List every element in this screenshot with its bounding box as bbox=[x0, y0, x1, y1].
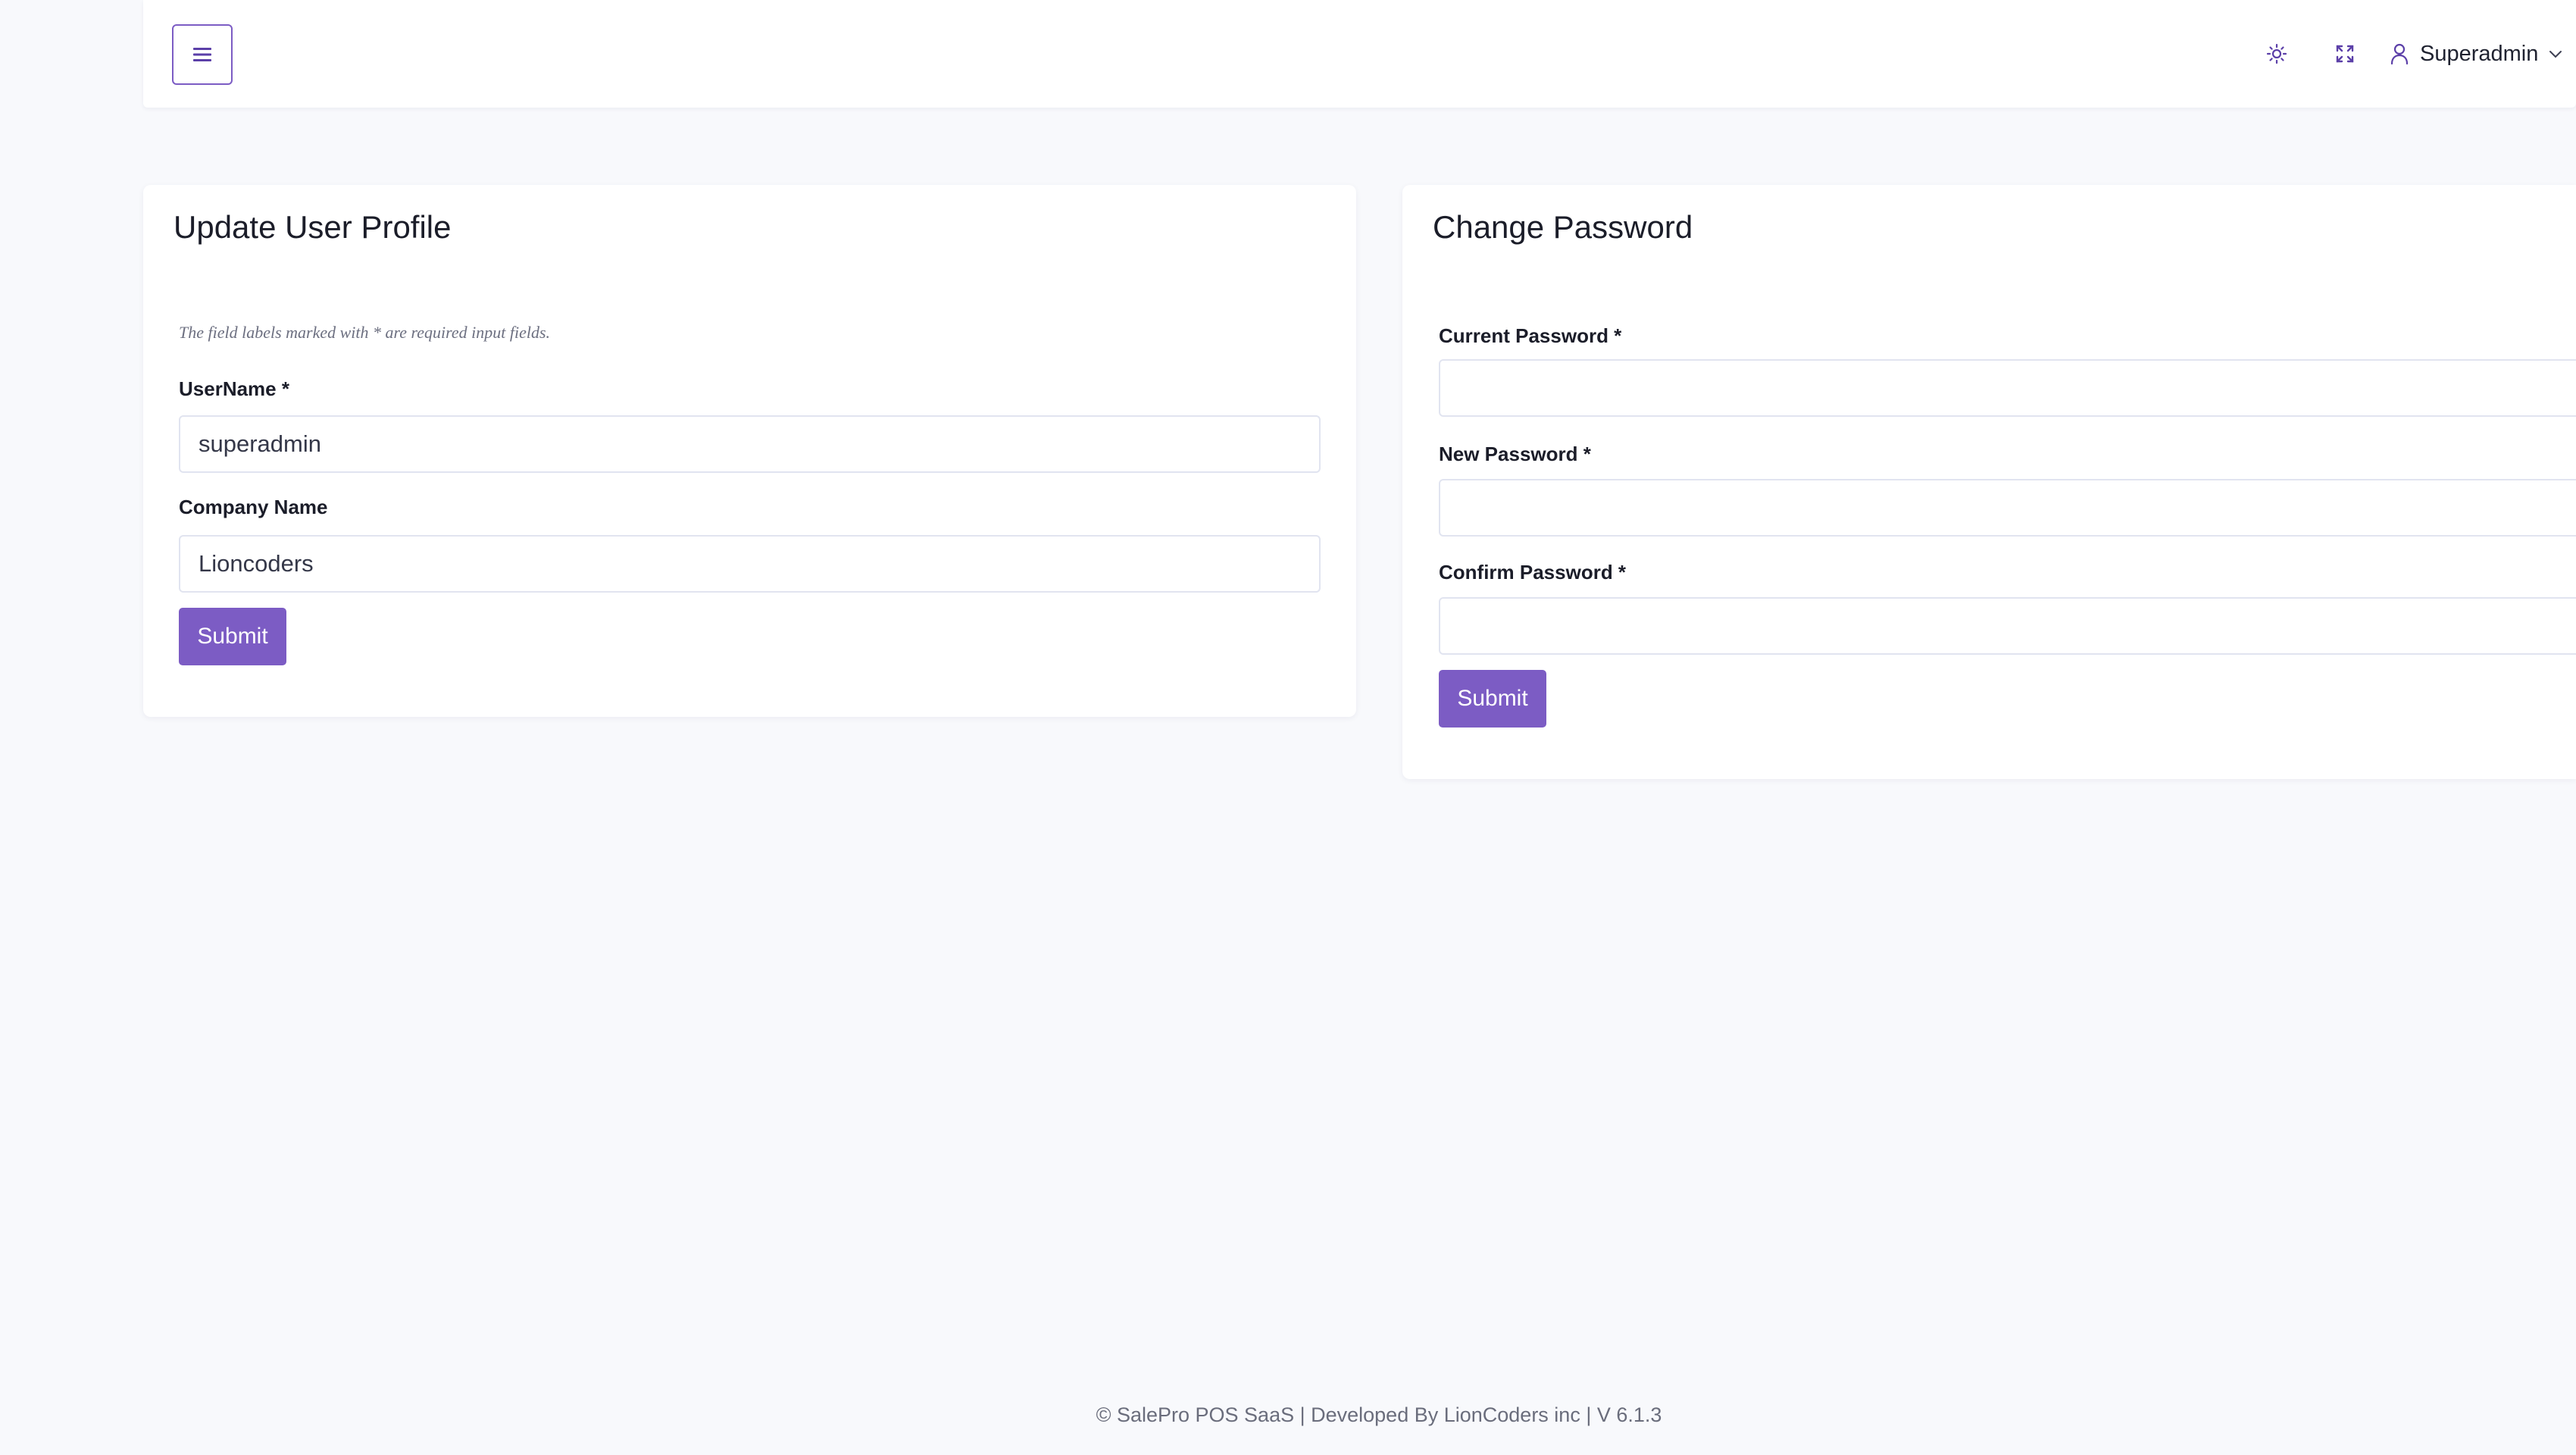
username-label: UserName * bbox=[179, 377, 289, 400]
password-submit-button[interactable]: Submit bbox=[1439, 670, 1546, 728]
update-profile-card: Update User Profile The field labels mar… bbox=[143, 185, 1356, 717]
user-name: Superadmin bbox=[2420, 41, 2539, 66]
new-password-field[interactable] bbox=[1439, 479, 2576, 537]
password-card-title: Change Password bbox=[1433, 209, 1693, 245]
current-password-field[interactable] bbox=[1439, 359, 2576, 417]
confirm-password-label: Confirm Password * bbox=[1439, 561, 1627, 584]
confirm-password-field[interactable] bbox=[1439, 597, 2576, 655]
new-password-label: New Password * bbox=[1439, 443, 1591, 465]
fullscreen-button[interactable] bbox=[2327, 36, 2362, 71]
profile-card-title: Update User Profile bbox=[174, 209, 452, 245]
sun-icon bbox=[2266, 43, 2287, 64]
chevron-down-icon bbox=[2549, 51, 2562, 58]
hamburger-icon bbox=[193, 48, 211, 61]
user-icon bbox=[2390, 43, 2409, 65]
brightness-toggle-button[interactable] bbox=[2259, 36, 2294, 71]
username-field[interactable] bbox=[179, 415, 1321, 473]
company-name-label: Company Name bbox=[179, 496, 328, 518]
top-header: Superadmin bbox=[143, 0, 2576, 108]
required-fields-note: The field labels marked with * are requi… bbox=[179, 323, 551, 342]
company-name-field[interactable] bbox=[179, 535, 1321, 593]
page-footer: © SalePro POS SaaS | Developed By LionCo… bbox=[1096, 1403, 1662, 1426]
sidebar-toggle-button[interactable] bbox=[172, 24, 233, 85]
current-password-label: Current Password * bbox=[1439, 324, 1622, 347]
change-password-card: Change Password Current Password * New P… bbox=[1402, 185, 2576, 779]
user-menu-dropdown[interactable]: Superadmin bbox=[2390, 33, 2562, 74]
profile-submit-button[interactable]: Submit bbox=[179, 608, 286, 665]
expand-icon bbox=[2336, 45, 2354, 63]
